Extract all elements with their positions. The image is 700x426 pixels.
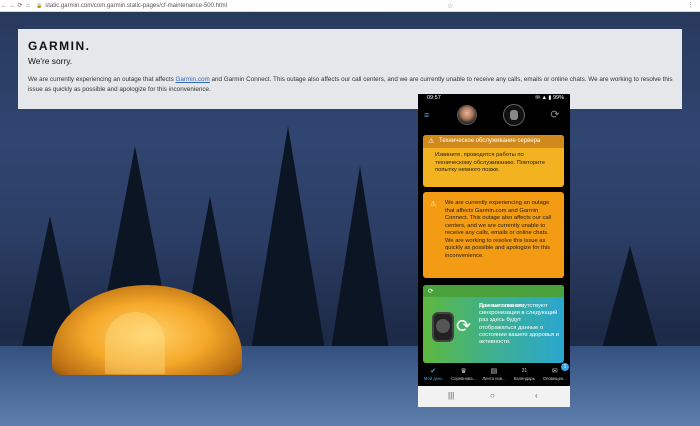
back-button-icon[interactable]: ‹ xyxy=(535,391,538,400)
status-bar: 09:57 ✉ ▲ ▮ 99% xyxy=(418,94,570,103)
page-title: We're sorry. xyxy=(28,56,73,66)
calendar-icon: 31 xyxy=(521,368,528,374)
reload-icon[interactable]: ⟳ xyxy=(16,2,24,9)
watch-icon xyxy=(432,312,454,342)
outage-body: We are currently experiencing an outage … xyxy=(445,200,552,259)
android-nav-bar: ||| ○ ‹ xyxy=(418,386,570,407)
browser-toolbar: ← → ⟳ ⌂ 🔒 static.garmin.com/com.garmin.s… xyxy=(0,0,700,12)
browser-menu-icon[interactable]: ⋮ xyxy=(687,1,694,9)
outage-message: We are currently experiencing an outage … xyxy=(28,76,673,93)
recents-icon[interactable]: ||| xyxy=(448,391,454,400)
back-icon[interactable]: ← xyxy=(0,3,8,9)
trophy-icon: ♛ xyxy=(460,368,467,375)
menu-icon[interactable]: ≡ xyxy=(424,111,429,120)
error-card: GARMIN. We're sorry. We are currently ex… xyxy=(18,29,682,109)
sync-arrows-icon: ⟳ xyxy=(456,316,472,336)
watch-icon[interactable] xyxy=(503,104,525,126)
warning-icon: ⚠ xyxy=(428,138,435,145)
maintenance-title: Техническое обслуживание сервера xyxy=(439,138,541,144)
avatar[interactable] xyxy=(457,105,477,125)
tab-my-day[interactable]: ✔ Мой день xyxy=(418,366,448,384)
no-data-body: При выполнении синхронизации в следующий… xyxy=(479,303,559,346)
status-time: 09:57 xyxy=(427,95,441,101)
app-header: ≡ ⟳ xyxy=(418,103,570,130)
refresh-icon: ⟳ xyxy=(428,288,434,295)
forward-icon[interactable]: → xyxy=(8,3,16,9)
maintenance-card: ⚠ Техническое обслуживание сервера Извин… xyxy=(423,135,564,187)
garmin-logo[interactable]: GARMIN. xyxy=(28,39,91,53)
tab-newsfeed[interactable]: ▤ Лента нов... xyxy=(479,366,509,384)
warning-icon: ⚠ xyxy=(430,201,437,208)
bottom-tab-bar: ✔ Мой день ♛ Соревнова... ▤ Лента нов...… xyxy=(418,363,570,384)
sync-icon[interactable]: ⟳ xyxy=(549,109,561,121)
address-bar[interactable]: static.garmin.com/com.garmin.static-page… xyxy=(45,3,227,9)
phone-screenshot: 09:57 ✉ ▲ ▮ 99% ≡ ⟳ ⚠ Техническое обслуж… xyxy=(418,94,570,407)
bookmark-star-icon[interactable]: ☆ xyxy=(447,2,453,10)
tab-challenges[interactable]: ♛ Соревнова... xyxy=(448,366,478,384)
maintenance-body: Извините, проводятся работы по техническ… xyxy=(435,152,546,173)
no-data-card[interactable]: ⟳ Данные пока отсутствуют ⟳ При выполнен… xyxy=(423,285,564,363)
newsfeed-icon: ▤ xyxy=(490,368,498,375)
home-button-icon[interactable]: ○ xyxy=(490,391,495,400)
notification-badge: 1 xyxy=(561,363,569,371)
tab-calendar[interactable]: 31 Календарь xyxy=(509,366,539,384)
garmin-link[interactable]: Garmin.com xyxy=(175,76,209,83)
lock-icon: 🔒 xyxy=(36,2,43,9)
status-icons: ✉ ▲ ▮ 99% xyxy=(535,95,564,101)
outage-card: ⚠ We are currently experiencing an outag… xyxy=(423,192,564,278)
home-icon[interactable]: ⌂ xyxy=(24,3,32,9)
check-icon: ✔ xyxy=(430,368,437,375)
